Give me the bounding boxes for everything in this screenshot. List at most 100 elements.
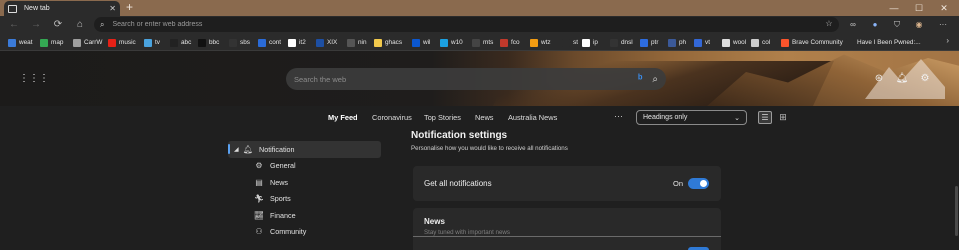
bookmark-favicon-icon bbox=[374, 38, 382, 47]
minimize-button[interactable]: — bbox=[882, 0, 906, 16]
home-button[interactable]: ⌂ bbox=[72, 17, 88, 33]
bookmark-item[interactable]: nin bbox=[347, 37, 367, 48]
bookmark-favicon-icon bbox=[530, 38, 538, 47]
sidebar-item-general[interactable]: ⚙ General bbox=[228, 158, 381, 175]
scrollbar[interactable] bbox=[953, 106, 959, 250]
bing-icon[interactable]: ᵇ bbox=[638, 73, 642, 85]
bookmark-item[interactable]: wool bbox=[722, 37, 746, 48]
tab-my-feed[interactable]: My Feed bbox=[328, 113, 358, 122]
bookmark-label: Have I Been Pwned:... bbox=[857, 39, 921, 46]
refresh-button[interactable]: ⟳ bbox=[50, 17, 66, 33]
apps-launcher-icon[interactable]: ⋮⋮⋮ bbox=[19, 73, 49, 85]
bookmark-item[interactable]: XIX bbox=[316, 37, 337, 48]
bookmark-item[interactable]: ip bbox=[582, 37, 598, 48]
tab-new-tab[interactable]: New tab ✕ bbox=[4, 1, 120, 16]
bookmark-item[interactable]: mts bbox=[472, 37, 493, 48]
more-tabs-button[interactable]: ··· bbox=[614, 111, 623, 121]
bookmark-item[interactable]: st bbox=[562, 37, 578, 48]
bookmark-item[interactable]: cont bbox=[258, 37, 281, 48]
bookmark-item[interactable]: ptr bbox=[640, 37, 658, 48]
search-icon[interactable]: ⌕ bbox=[652, 74, 658, 85]
bookmark-item[interactable]: Have I Been Pwned:... bbox=[846, 37, 921, 48]
layout-select[interactable]: Headings only ⌄ bbox=[636, 110, 747, 125]
new-tab-button[interactable]: + bbox=[126, 0, 133, 15]
extension-circle-icon[interactable]: ● bbox=[868, 18, 882, 32]
bookmark-item[interactable]: col bbox=[751, 37, 770, 48]
bookmark-favicon-icon bbox=[288, 38, 296, 47]
caret-down-icon[interactable]: ◢ bbox=[234, 146, 239, 153]
bookmark-item[interactable]: ph bbox=[668, 37, 686, 48]
forward-button[interactable]: → bbox=[28, 17, 44, 33]
bookmark-label: XIX bbox=[327, 39, 338, 46]
bookmark-label: st bbox=[573, 39, 578, 46]
tab-top-stories[interactable]: Top Stories bbox=[424, 113, 461, 122]
bookmark-label: weat bbox=[19, 39, 33, 46]
close-window-button[interactable]: ✕ bbox=[932, 0, 956, 16]
web-search-box[interactable]: ᵇ ⌕ bbox=[286, 68, 666, 90]
bookmark-item[interactable]: sbs bbox=[229, 37, 250, 48]
grid-view-icon[interactable]: ⊞ bbox=[776, 111, 790, 124]
bookmark-favicon-icon bbox=[694, 38, 702, 47]
bookmark-item[interactable]: tv bbox=[144, 37, 160, 48]
tab-coronavirus[interactable]: Coronavirus bbox=[372, 113, 412, 122]
bookmark-item[interactable]: bbc bbox=[198, 37, 219, 48]
bookmark-favicon-icon bbox=[108, 38, 116, 47]
bookmark-favicon-icon bbox=[40, 38, 48, 47]
extension-shield-icon[interactable]: ⛉ bbox=[890, 18, 904, 32]
bookmark-item[interactable]: music bbox=[108, 37, 136, 48]
search-icon: ⌕ bbox=[100, 19, 105, 29]
sidebar-item-notification[interactable]: ◢ 🔔︎ Notification bbox=[228, 141, 381, 158]
bookmark-item[interactable]: it2 bbox=[288, 37, 306, 48]
bookmark-item[interactable]: wtz bbox=[530, 37, 551, 48]
news-notifications-card: News Stay tuned with important news bbox=[413, 208, 721, 250]
bookmark-item[interactable]: wil bbox=[412, 37, 430, 48]
sidebar-item-community[interactable]: ⚇ Community bbox=[228, 224, 381, 241]
bookmark-item[interactable]: w10 bbox=[440, 37, 463, 48]
bookmark-label: mts bbox=[483, 39, 494, 46]
chevron-down-icon: ⌄ bbox=[734, 114, 740, 122]
bookmark-item[interactable]: abc bbox=[170, 37, 191, 48]
bookmark-item[interactable]: map bbox=[40, 37, 63, 48]
extension-glasses-icon[interactable]: ∞ bbox=[846, 18, 860, 32]
profile-avatar[interactable]: ◉ bbox=[912, 18, 926, 32]
bookmark-label: ghacs bbox=[385, 39, 403, 46]
add-favorite-icon[interactable]: ☆ bbox=[822, 17, 836, 31]
settings-menu-icon[interactable]: ··· bbox=[936, 18, 950, 32]
address-input[interactable] bbox=[112, 21, 713, 28]
back-button[interactable]: ← bbox=[6, 17, 22, 33]
sidebar-item-sports[interactable]: 🏃︎ Sports bbox=[228, 191, 381, 208]
bookmark-item[interactable]: vt bbox=[694, 37, 710, 48]
tab-close-icon[interactable]: ✕ bbox=[109, 4, 116, 13]
sidebar-item-label: News bbox=[270, 177, 288, 187]
bookmark-favicon-icon bbox=[562, 38, 570, 47]
bookmark-favicon-icon bbox=[170, 38, 178, 47]
notifications-bell-icon[interactable]: 🔔︎ bbox=[894, 71, 910, 87]
tab-news[interactable]: News bbox=[475, 113, 493, 122]
address-bar[interactable]: ⌕ ☆ bbox=[94, 17, 839, 32]
running-icon: 🏃︎ bbox=[253, 194, 265, 204]
web-search-input[interactable] bbox=[294, 74, 639, 84]
maximize-button[interactable]: ☐ bbox=[907, 0, 931, 16]
bookmark-label: music bbox=[119, 39, 136, 46]
bookmark-item[interactable]: dnsl bbox=[610, 37, 633, 48]
bookmark-label: col bbox=[762, 39, 771, 46]
title-bar: New tab ✕ + — ☐ ✕ bbox=[0, 0, 959, 16]
bookmark-item[interactable]: ghacs bbox=[374, 37, 402, 48]
bookmark-item[interactable]: fco bbox=[500, 37, 520, 48]
sidebar-item-finance[interactable]: 📈︎ Finance bbox=[228, 207, 381, 224]
new-tab-page-icon bbox=[8, 4, 17, 13]
all-notifications-toggle[interactable] bbox=[688, 178, 709, 189]
tab-australia-news[interactable]: Australia News bbox=[508, 113, 557, 122]
list-view-icon[interactable]: ☰ bbox=[758, 111, 772, 124]
bookmark-label: w10 bbox=[451, 39, 463, 46]
bookmark-item[interactable]: Brave Community bbox=[781, 37, 843, 48]
page-settings-gear-icon[interactable]: ⚙ bbox=[917, 71, 933, 87]
scrollbar-thumb[interactable] bbox=[955, 186, 958, 236]
bookmark-item[interactable]: CarrW bbox=[73, 37, 102, 48]
bookmark-item[interactable]: weat bbox=[8, 37, 33, 48]
sidebar-item-news[interactable]: ▤ News bbox=[228, 174, 381, 191]
settings-title: Notification settings bbox=[411, 130, 508, 141]
bookmark-label: tv bbox=[155, 39, 160, 46]
chevron-right-icon[interactable]: › bbox=[946, 36, 949, 45]
rewards-icon[interactable]: ⊛ bbox=[871, 71, 887, 87]
